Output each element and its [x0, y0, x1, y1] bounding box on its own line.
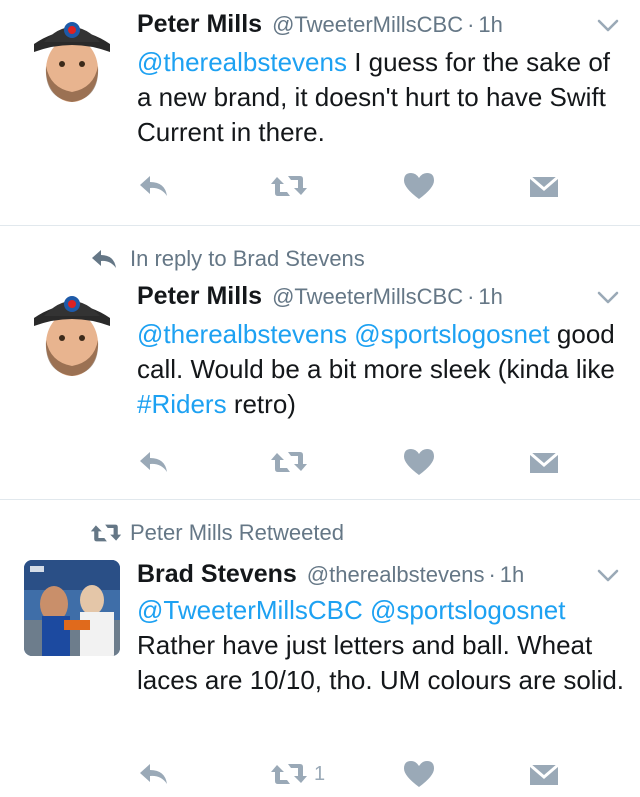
retweet-button[interactable] — [270, 444, 314, 480]
author-name[interactable]: Peter Mills — [137, 10, 262, 39]
direct-message-icon — [529, 175, 559, 197]
retweet-button[interactable]: 1 — [270, 756, 325, 792]
tweet-text-segment: retro) — [226, 389, 296, 419]
direct-message-button[interactable] — [529, 444, 559, 480]
chevron-down-icon[interactable] — [596, 288, 620, 308]
avatar[interactable] — [24, 282, 120, 378]
tweet[interactable]: In reply to Brad Stevens Peter Mills @Tw… — [0, 226, 640, 499]
direct-message-icon — [529, 451, 559, 473]
direct-message-icon — [529, 763, 559, 785]
like-button[interactable] — [403, 756, 435, 792]
separator-dot: · — [467, 12, 475, 37]
mention-link[interactable]: @TweeterMillsCBC — [137, 595, 363, 625]
tweet-text: @therealbstevens I guess for the sake of… — [137, 45, 627, 150]
author-handle[interactable]: @TweeterMillsCBC — [272, 12, 463, 38]
timestamp[interactable]: 1h — [478, 12, 502, 38]
tweet-text: @TweeterMillsCBC @sportslogosnet Rather … — [137, 593, 627, 698]
avatar[interactable] — [24, 560, 120, 656]
reply-arrow-icon — [90, 248, 130, 270]
heart-icon — [404, 173, 434, 199]
tweet[interactable]: Peter Mills Retweeted Brad Stevens @ther… — [0, 500, 640, 797]
author-name[interactable]: Peter Mills — [137, 282, 262, 311]
chevron-down-icon[interactable] — [596, 16, 620, 36]
mention-link[interactable]: @sportslogosnet — [354, 319, 550, 349]
retweet-context-label: Peter Mills Retweeted — [130, 520, 344, 545]
retweet-icon — [271, 764, 307, 784]
retweet-button[interactable] — [270, 168, 314, 204]
direct-message-button[interactable] — [529, 168, 559, 204]
reply-icon — [140, 764, 167, 784]
author-handle[interactable]: @TweeterMillsCBC — [272, 284, 463, 310]
tweet-text: @therealbstevens @sportslogosnet good ca… — [137, 317, 627, 422]
mention-link[interactable]: @therealbstevens — [137, 47, 347, 77]
tweet-text-segment — [363, 595, 370, 625]
mention-link[interactable]: @sportslogosnet — [370, 595, 566, 625]
retweet-icon — [271, 452, 307, 472]
tweet[interactable]: Peter Mills @TweeterMillsCBC · 1h @there… — [0, 0, 640, 225]
tweet-text-segment: Rather have just letters and ball. Wheat… — [137, 630, 625, 695]
retweet-count: 1 — [314, 762, 326, 785]
avatar[interactable] — [24, 8, 120, 104]
reply-button[interactable] — [137, 756, 171, 792]
separator-dot: · — [467, 284, 475, 309]
retweet-icon — [271, 176, 307, 196]
tweet-actions — [137, 444, 567, 480]
like-button[interactable] — [403, 168, 435, 204]
author-handle[interactable]: @therealbstevens — [307, 562, 485, 588]
timestamp[interactable]: 1h — [500, 562, 524, 588]
retweet-context[interactable]: Peter Mills Retweeted — [90, 518, 344, 548]
author-name[interactable]: Brad Stevens — [137, 560, 297, 589]
retweet-icon — [90, 522, 130, 544]
tweet-actions — [137, 168, 567, 204]
reply-context-label: In reply to Brad Stevens — [130, 246, 365, 271]
reply-context[interactable]: In reply to Brad Stevens — [90, 244, 365, 274]
tweet-actions: 1 — [137, 756, 567, 792]
heart-icon — [404, 761, 434, 787]
like-button[interactable] — [403, 444, 435, 480]
reply-button[interactable] — [137, 444, 171, 480]
timestamp[interactable]: 1h — [478, 284, 502, 310]
heart-icon — [404, 449, 434, 475]
mention-link[interactable]: @therealbstevens — [137, 319, 347, 349]
reply-icon — [140, 176, 167, 196]
reply-icon — [140, 452, 167, 472]
reply-button[interactable] — [137, 168, 171, 204]
direct-message-button[interactable] — [529, 756, 559, 792]
separator-dot: · — [488, 562, 496, 587]
chevron-down-icon[interactable] — [596, 566, 620, 586]
hashtag-link[interactable]: #Riders — [137, 389, 227, 419]
